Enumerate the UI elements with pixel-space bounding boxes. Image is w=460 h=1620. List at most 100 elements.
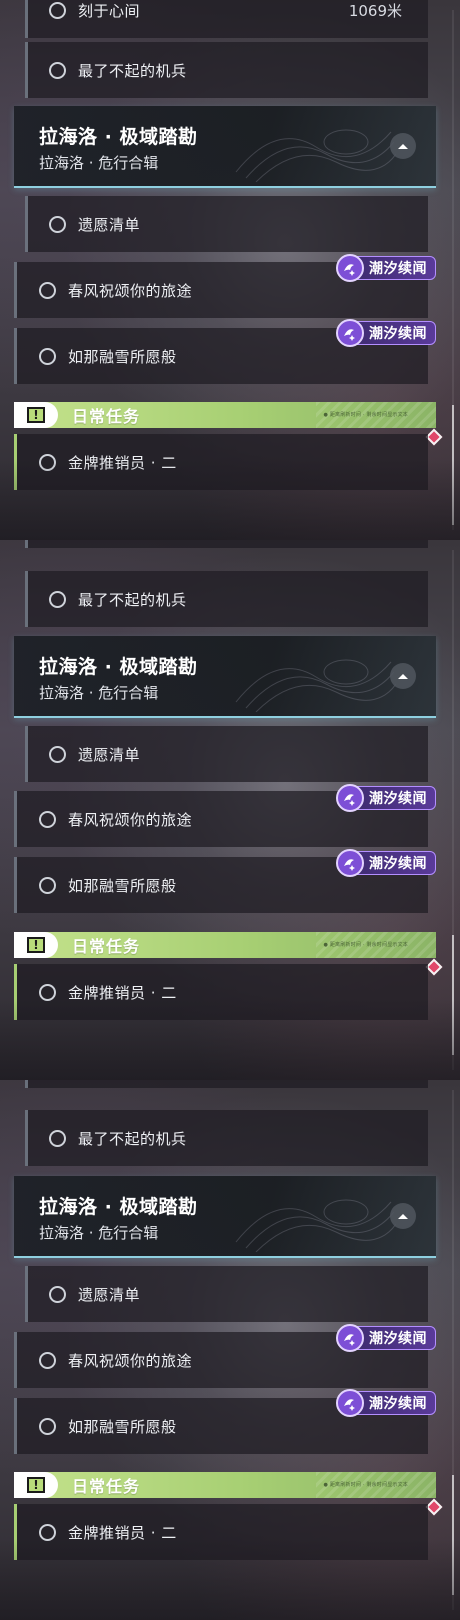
region-header[interactable]: 拉海洛 · 极域踏勘 拉海洛 · 危行合辑 xyxy=(14,106,436,188)
refresh-hint: ● 距离刷新时间 · 剩余时间显示文本 xyxy=(323,412,408,418)
quest-item-label: 春风祝颂你的旅途 xyxy=(68,281,193,300)
topo-pattern-icon xyxy=(235,129,396,182)
quest-status-circle-icon xyxy=(49,1129,66,1147)
tag-label: 潮汐续闻 xyxy=(369,326,427,342)
daily-quest-item[interactable]: 金牌推销员 · 二 xyxy=(14,1504,428,1560)
alert-badge: ! xyxy=(14,932,58,958)
scrollbar-thumb[interactable] xyxy=(452,1475,454,1595)
topo-pattern-icon xyxy=(235,659,396,712)
quest-panel-3: 最了不起的机兵 拉海洛 · 极域踏勘 拉海洛 · 危行合辑 遗愿清单 春风祝颂你… xyxy=(0,1080,460,1620)
alert-badge: ! xyxy=(14,1472,58,1498)
alert-badge: ! xyxy=(14,402,58,428)
tag-label: 潮汐续闻 xyxy=(369,856,427,872)
scrollbar-thumb[interactable] xyxy=(452,405,454,525)
quest-status-circle-icon xyxy=(39,810,56,828)
quest-status-circle-icon xyxy=(39,453,56,471)
quest-panel-2: 最了不起的机兵 拉海洛 · 极域踏勘 拉海洛 · 危行合辑 遗愿清单 春风祝颂你… xyxy=(0,540,460,1080)
quest-item-label: 最了不起的机兵 xyxy=(78,1129,187,1148)
daily-quests-label: 日常任务 xyxy=(72,407,141,426)
collapse-button[interactable] xyxy=(390,133,416,159)
quest-status-circle-icon xyxy=(49,1,66,19)
scrollbar-thumb[interactable] xyxy=(452,935,454,1055)
quest-item-label: 如那融雪所愿般 xyxy=(68,347,177,366)
chevron-up-icon xyxy=(398,144,408,149)
quest-item-top[interactable] xyxy=(25,540,428,548)
quest-item[interactable]: 最了不起的机兵 xyxy=(25,1110,428,1166)
quest-status-circle-icon xyxy=(39,1417,56,1435)
daily-quests-label: 日常任务 xyxy=(72,937,141,956)
tide-tag-badge: 潮汐续闻 xyxy=(336,1389,436,1417)
quest-item-top[interactable] xyxy=(25,1080,428,1088)
quest-status-circle-icon xyxy=(39,1351,56,1369)
tag-label: 潮汐续闻 xyxy=(369,1331,427,1347)
region-subtitle: 拉海洛 · 危行合辑 xyxy=(39,1224,159,1242)
daily-quest-item[interactable]: 金牌推销员 · 二 xyxy=(14,964,428,1020)
exclamation-icon: ! xyxy=(27,407,45,423)
sparkle-wave-icon xyxy=(336,1324,364,1352)
quest-status-circle-icon xyxy=(49,590,66,608)
tide-tag-badge: 潮汐续闻 xyxy=(336,254,436,282)
quest-item-label: 最了不起的机兵 xyxy=(78,61,187,80)
scrollbar[interactable] xyxy=(452,1090,454,1610)
quest-item-label: 春风祝颂你的旅途 xyxy=(68,810,193,829)
daily-quest-item[interactable]: 金牌推销员 · 二 xyxy=(14,434,428,490)
exclamation-icon: ! xyxy=(27,1477,45,1493)
quest-item-label: 遗愿清单 xyxy=(78,745,141,764)
sparkle-wave-icon xyxy=(336,254,364,282)
quest-item-label: 如那融雪所愿般 xyxy=(68,1417,177,1436)
chevron-up-icon xyxy=(398,674,408,679)
topo-pattern-icon xyxy=(235,1199,396,1252)
quest-item[interactable]: 遗愿清单 xyxy=(25,196,428,252)
diamond-marker-icon xyxy=(425,1498,443,1516)
quest-item-label: 最了不起的机兵 xyxy=(78,590,187,609)
region-header[interactable]: 拉海洛 · 极域踏勘 拉海洛 · 危行合辑 xyxy=(14,636,436,718)
daily-quests-header[interactable]: ! 日常任务 ● 距离刷新时间 · 剩余时间显示文本 xyxy=(14,402,436,428)
region-subtitle: 拉海洛 · 危行合辑 xyxy=(39,684,159,702)
quest-item-top[interactable]: 刻于心间 1069米 xyxy=(25,0,428,38)
quest-item-label: 金牌推销员 · 二 xyxy=(68,983,177,1002)
chevron-up-icon xyxy=(398,1214,408,1219)
quest-panel-1: 刻于心间 1069米 最了不起的机兵 拉海洛 · 极域踏勘 拉海洛 · 危行合辑… xyxy=(0,0,460,540)
quest-status-circle-icon xyxy=(39,983,56,1001)
exclamation-icon: ! xyxy=(27,937,45,953)
diamond-marker-icon xyxy=(425,428,443,446)
quest-item-label: 遗愿清单 xyxy=(78,215,141,234)
daily-quests-header[interactable]: ! 日常任务 ● 距离刷新时间 · 剩余时间显示文本 xyxy=(14,932,436,958)
quest-item[interactable]: 最了不起的机兵 xyxy=(25,42,428,98)
quest-item[interactable]: 遗愿清单 xyxy=(25,1266,428,1322)
daily-quests-label: 日常任务 xyxy=(72,1477,141,1496)
quest-status-circle-icon xyxy=(39,281,56,299)
quest-item-label: 金牌推销员 · 二 xyxy=(68,453,177,472)
region-title: 拉海洛 · 极域踏勘 xyxy=(39,126,198,148)
collapse-button[interactable] xyxy=(390,1203,416,1229)
quest-status-circle-icon xyxy=(49,61,66,79)
scrollbar[interactable] xyxy=(452,550,454,1070)
refresh-hint: ● 距离刷新时间 · 剩余时间显示文本 xyxy=(323,942,408,948)
quest-status-circle-icon xyxy=(39,347,56,365)
quest-status-circle-icon xyxy=(49,1285,66,1303)
refresh-hint: ● 距离刷新时间 · 剩余时间显示文本 xyxy=(323,1482,408,1488)
tide-tag-badge: 潮汐续闻 xyxy=(336,784,436,812)
tide-tag-badge: 潮汐续闻 xyxy=(336,319,436,347)
quest-item[interactable]: 遗愿清单 xyxy=(25,726,428,782)
sparkle-wave-icon xyxy=(336,319,364,347)
quest-status-circle-icon xyxy=(39,876,56,894)
quest-status-circle-icon xyxy=(49,215,66,233)
quest-item-label: 遗愿清单 xyxy=(78,1285,141,1304)
sparkle-wave-icon xyxy=(336,1389,364,1417)
daily-quests-header[interactable]: ! 日常任务 ● 距离刷新时间 · 剩余时间显示文本 xyxy=(14,1472,436,1498)
tag-label: 潮汐续闻 xyxy=(369,791,427,807)
quest-status-circle-icon xyxy=(49,745,66,763)
quest-item-label: 如那融雪所愿般 xyxy=(68,876,177,895)
collapse-button[interactable] xyxy=(390,663,416,689)
tag-label: 潮汐续闻 xyxy=(369,261,427,277)
region-title: 拉海洛 · 极域踏勘 xyxy=(39,656,198,678)
tide-tag-badge: 潮汐续闻 xyxy=(336,849,436,877)
region-header[interactable]: 拉海洛 · 极域踏勘 拉海洛 · 危行合辑 xyxy=(14,1176,436,1258)
quest-item-label: 金牌推销员 · 二 xyxy=(68,1523,177,1542)
quest-distance: 1069米 xyxy=(348,1,402,20)
sparkle-wave-icon xyxy=(336,849,364,877)
quest-item[interactable]: 最了不起的机兵 xyxy=(25,571,428,627)
tag-label: 潮汐续闻 xyxy=(369,1396,427,1412)
scrollbar[interactable] xyxy=(452,10,454,530)
